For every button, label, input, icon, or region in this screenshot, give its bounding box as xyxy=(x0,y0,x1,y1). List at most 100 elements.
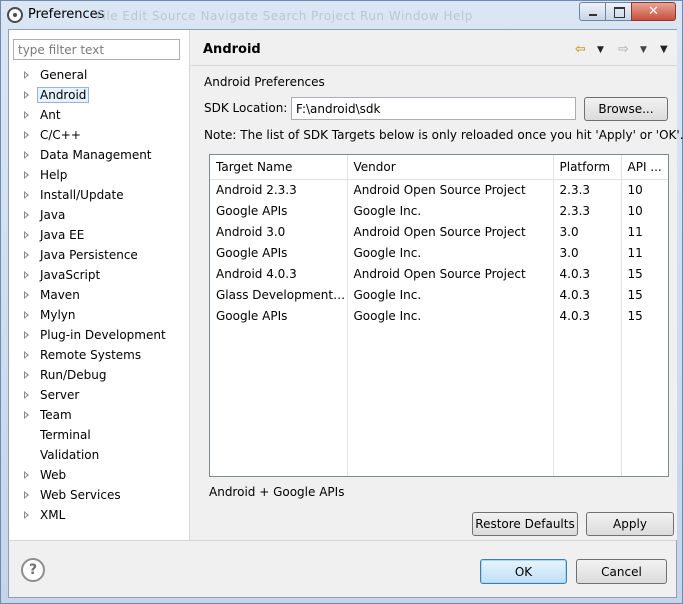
tree-item-label: Team xyxy=(40,408,72,422)
column-header-api-level[interactable]: API ... xyxy=(621,155,668,180)
target-name-cell: Google APIs xyxy=(210,242,348,263)
view-menu-icon[interactable]: ▼ xyxy=(660,44,668,55)
column-header-platform[interactable]: Platform xyxy=(553,155,622,180)
expand-arrow-icon[interactable] xyxy=(24,351,29,359)
expand-arrow-icon[interactable] xyxy=(24,231,29,239)
tree-item[interactable]: Run/Debug xyxy=(9,365,189,385)
tree-item-label: Server xyxy=(40,388,80,402)
tree-item[interactable]: Maven xyxy=(9,285,189,305)
title-bar[interactable]: Preferences File Edit Source Navigate Se… xyxy=(1,1,682,29)
help-icon[interactable]: ? xyxy=(21,558,45,582)
sdk-targets-note: Note: The list of SDK Targets below is o… xyxy=(204,128,683,142)
sdk-targets-table[interactable]: Target Name Vendor Platform API ... Andr… xyxy=(209,154,669,477)
tree-item[interactable]: JavaScript xyxy=(9,265,189,285)
table-header-row: Target Name Vendor Platform API ... xyxy=(210,155,668,180)
dialog-client-area: General Android Ant C/C++ Data Management Hel… xyxy=(8,29,683,598)
expand-arrow-icon[interactable] xyxy=(24,331,29,339)
tree-item[interactable]: Remote Systems xyxy=(9,345,189,365)
filter-input[interactable] xyxy=(13,39,180,60)
close-icon: ✕ xyxy=(648,4,659,19)
tree-item-label: Web xyxy=(40,468,67,482)
tree-item[interactable]: Plug-in Development xyxy=(9,325,189,345)
expand-arrow-icon[interactable] xyxy=(24,191,29,199)
tree-item[interactable]: XML xyxy=(9,505,189,525)
window-title: Preferences xyxy=(28,7,105,22)
tree-item[interactable]: Data Management xyxy=(9,145,189,165)
tree-item[interactable]: C/C++ xyxy=(9,125,189,145)
minimize-button[interactable] xyxy=(579,2,606,21)
preference-tree-pane: General Android Ant C/C++ Data Management Hel… xyxy=(9,30,190,540)
tree-item[interactable]: Java xyxy=(9,205,189,225)
expand-arrow-icon[interactable] xyxy=(24,491,29,499)
expand-arrow-icon[interactable] xyxy=(24,391,29,399)
tree-item-label: Run/Debug xyxy=(40,368,107,382)
tree-item[interactable]: Android xyxy=(9,85,189,105)
column-divider xyxy=(553,179,554,476)
expand-arrow-icon[interactable] xyxy=(24,251,29,259)
expand-arrow-icon[interactable] xyxy=(24,291,29,299)
platform-cell: 3.0 xyxy=(553,242,622,263)
api-level-cell: 15 xyxy=(621,305,668,326)
expand-arrow-icon[interactable] xyxy=(24,511,29,519)
tree-item-label: General xyxy=(40,68,88,82)
forward-history-dropdown-icon[interactable]: ▼ xyxy=(640,45,647,55)
maximize-button[interactable] xyxy=(605,2,632,21)
forward-arrow-icon[interactable]: ⇨ xyxy=(618,42,629,57)
expand-arrow-icon[interactable] xyxy=(24,371,29,379)
column-header-target-name[interactable]: Target Name xyxy=(210,155,348,180)
table-row[interactable]: Android 2.3.3 Android Open Source Project… xyxy=(210,179,668,200)
tree-item-label: Install/Update xyxy=(40,188,124,202)
close-button[interactable]: ✕ xyxy=(631,2,676,21)
expand-arrow-icon[interactable] xyxy=(24,111,29,119)
expand-arrow-icon[interactable] xyxy=(24,131,29,139)
tree-item-label: JavaScript xyxy=(40,268,101,282)
tree-item[interactable]: Java Persistence xyxy=(9,245,189,265)
tree-item[interactable]: Server xyxy=(9,385,189,405)
api-level-cell: 15 xyxy=(621,263,668,284)
apply-button[interactable]: Apply xyxy=(586,512,674,536)
dialog-button-bar: ? OK Cancel xyxy=(9,540,676,597)
expand-arrow-icon[interactable] xyxy=(24,71,29,79)
expand-arrow-icon[interactable] xyxy=(24,311,29,319)
restore-defaults-button[interactable]: Restore Defaults xyxy=(472,512,578,536)
tree-item[interactable]: Help xyxy=(9,165,189,185)
tree-item[interactable]: Mylyn xyxy=(9,305,189,325)
back-arrow-icon[interactable]: ⇦ xyxy=(575,42,586,57)
ok-button[interactable]: OK xyxy=(480,559,567,584)
expand-arrow-icon[interactable] xyxy=(24,411,29,419)
vendor-cell: Google Inc. xyxy=(347,305,554,326)
expand-arrow-icon[interactable] xyxy=(24,171,29,179)
table-row[interactable]: Glass Development Kit PreviewGoogle Inc.… xyxy=(210,284,668,305)
table-row[interactable]: Google APIs Google Inc. 3.0 11 xyxy=(210,242,668,263)
table-row[interactable]: Android 4.0.3 Android Open Source Project… xyxy=(210,263,668,284)
tree-item[interactable]: Validation xyxy=(9,445,189,465)
target-name-cell: Android 2.3.3 xyxy=(210,179,348,200)
tree-item[interactable]: Team xyxy=(9,405,189,425)
vendor-cell: Android Open Source Project xyxy=(347,263,554,284)
table-row[interactable]: Google APIs Google Inc. 2.3.3 10 xyxy=(210,200,668,221)
cancel-button[interactable]: Cancel xyxy=(576,559,667,584)
tree-item[interactable]: Java EE xyxy=(9,225,189,245)
platform-cell: 2.3.3 xyxy=(553,200,622,221)
expand-arrow-icon[interactable] xyxy=(24,151,29,159)
vendor-cell: Google Inc. xyxy=(347,242,554,263)
tree-item[interactable]: Web Services xyxy=(9,485,189,505)
column-divider xyxy=(347,179,348,476)
back-history-dropdown-icon[interactable]: ▼ xyxy=(597,45,604,55)
platform-cell: 4.0.3 xyxy=(553,284,622,305)
tree-item[interactable]: Install/Update xyxy=(9,185,189,205)
sdk-location-label: SDK Location: xyxy=(204,101,288,115)
column-header-vendor[interactable]: Vendor xyxy=(347,155,554,180)
tree-item[interactable]: Terminal xyxy=(9,425,189,445)
tree-item[interactable]: General xyxy=(9,65,189,85)
expand-arrow-icon[interactable] xyxy=(24,211,29,219)
tree-item[interactable]: Ant xyxy=(9,105,189,125)
table-row[interactable]: Android 3.0 Android Open Source Project 3.… xyxy=(210,221,668,242)
expand-arrow-icon[interactable] xyxy=(24,271,29,279)
table-row[interactable]: Google APIs Google Inc. 4.0.3 15 xyxy=(210,305,668,326)
tree-item[interactable]: Web xyxy=(9,465,189,485)
sdk-location-input[interactable] xyxy=(291,97,576,120)
expand-arrow-icon[interactable] xyxy=(24,91,29,99)
expand-arrow-icon[interactable] xyxy=(24,471,29,479)
browse-button[interactable]: Browse... xyxy=(584,97,668,121)
